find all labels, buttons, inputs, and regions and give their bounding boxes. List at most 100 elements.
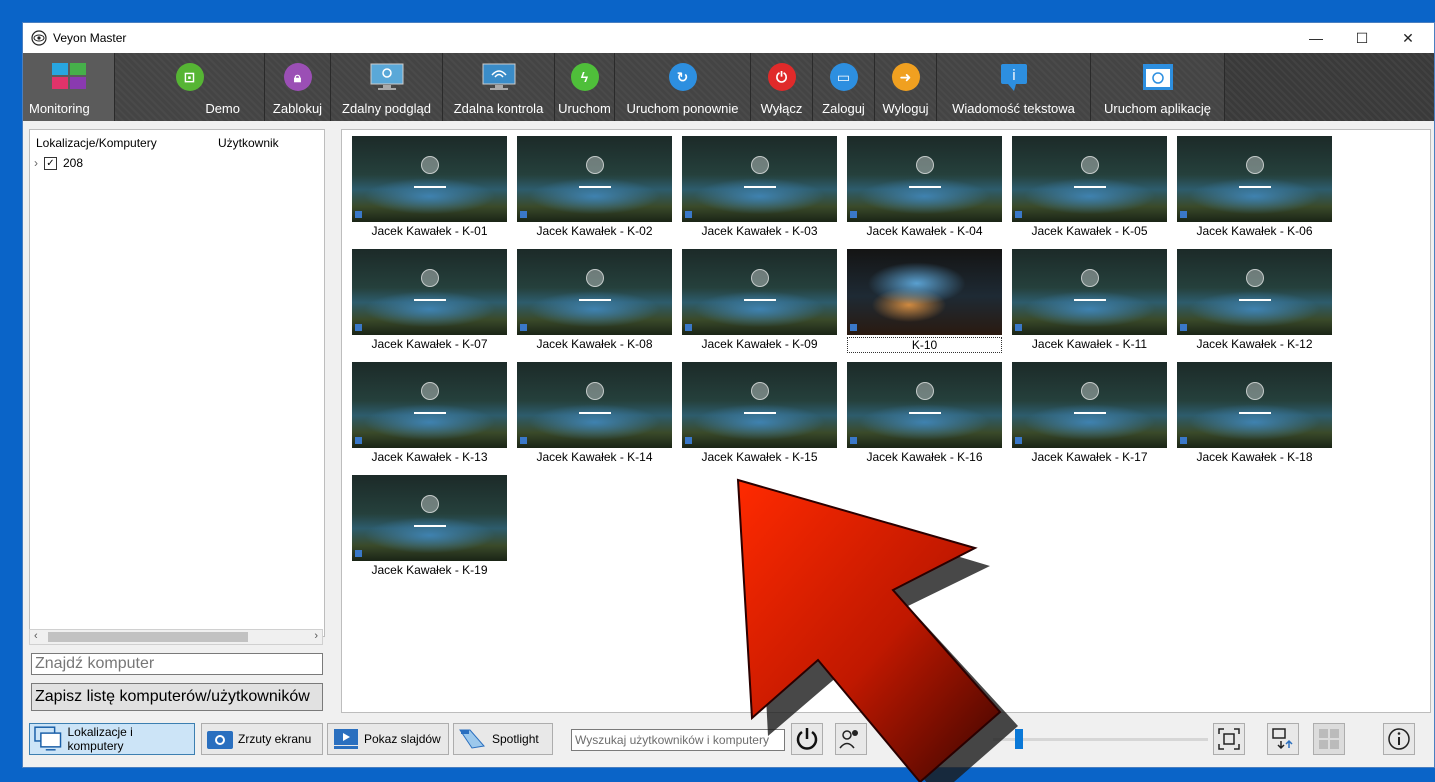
maximize-button[interactable]: ☐: [1339, 23, 1385, 53]
computer-tile[interactable]: Jacek Kawałek - K-16: [847, 362, 1002, 468]
lock-icon: 🔒︎: [283, 63, 312, 91]
scroll-right-icon[interactable]: ›: [314, 630, 318, 642]
computer-tile[interactable]: Jacek Kawałek - K-19: [352, 475, 507, 581]
computer-tile[interactable]: Jacek Kawałek - K-01: [352, 136, 507, 242]
column-header-locations[interactable]: Lokalizacje/Komputery: [36, 136, 157, 150]
computer-tile[interactable]: Jacek Kawałek - K-15: [682, 362, 837, 468]
computer-screen-thumbnail[interactable]: [847, 136, 1002, 222]
computer-name-label: Jacek Kawałek - K-18: [1196, 450, 1313, 464]
computer-screen-thumbnail[interactable]: [1012, 362, 1167, 448]
monitoring-button[interactable]: Monitoring: [23, 53, 115, 121]
computer-screen-thumbnail[interactable]: [352, 136, 507, 222]
computer-screen-thumbnail[interactable]: [517, 249, 672, 335]
tab-screenshots-label: Zrzuty ekranu: [238, 732, 312, 746]
zablokuj-button[interactable]: 🔒︎ Zablokuj: [265, 53, 331, 121]
network-status-icon: [1015, 324, 1022, 331]
network-status-icon: [355, 550, 362, 557]
computer-screen-thumbnail[interactable]: [352, 362, 507, 448]
user-avatar-icon: [750, 382, 769, 400]
zaloguj-label: Zaloguj: [822, 101, 865, 116]
demo-button[interactable]: ⊡ Demo: [115, 53, 265, 121]
tab-locations-label: Lokalizacje i komputery: [67, 725, 133, 753]
fit-view-button[interactable]: [1213, 723, 1245, 755]
svg-text:i: i: [1012, 68, 1016, 84]
computer-screen-thumbnail[interactable]: [1177, 362, 1332, 448]
computer-tile[interactable]: Jacek Kawałek - K-18: [1177, 362, 1332, 468]
computer-screen-thumbnail[interactable]: [352, 249, 507, 335]
computer-screen-thumbnail[interactable]: [847, 362, 1002, 448]
tab-slideshow[interactable]: Pokaz slajdów: [327, 723, 449, 755]
about-button[interactable]: [1383, 723, 1415, 755]
power-toggle-button[interactable]: [791, 723, 823, 755]
uruchom-aplikacje-button[interactable]: Uruchom aplikację: [1091, 53, 1225, 121]
computer-tile[interactable]: Jacek Kawałek - K-14: [517, 362, 672, 468]
computer-tile[interactable]: Jacek Kawałek - K-17: [1012, 362, 1167, 468]
save-list-button[interactable]: Zapisz listę komputerów/użytkowników: [31, 683, 323, 711]
tab-spotlight[interactable]: Spotlight: [453, 723, 553, 755]
computer-screen-thumbnail[interactable]: [1177, 136, 1332, 222]
user-avatar-icon: [1245, 269, 1264, 287]
computer-name-label: K-10: [847, 337, 1002, 353]
zaloguj-button[interactable]: ▭ Zaloguj: [813, 53, 875, 121]
computer-name-label: Jacek Kawałek - K-02: [536, 224, 653, 238]
computer-tile[interactable]: Jacek Kawałek - K-12: [1177, 249, 1332, 355]
arrange-screens-icon: [1272, 728, 1293, 750]
close-button[interactable]: ✕: [1385, 23, 1431, 53]
computer-screen-thumbnail[interactable]: [1012, 136, 1167, 222]
password-field-line: [1073, 299, 1106, 301]
computer-tile[interactable]: Jacek Kawałek - K-04: [847, 136, 1002, 242]
network-status-icon: [520, 211, 527, 218]
column-header-user[interactable]: Użytkownik: [218, 136, 279, 150]
scroll-left-icon[interactable]: ‹: [34, 630, 38, 642]
computer-screen-thumbnail[interactable]: [847, 249, 1002, 335]
zoom-slider-track[interactable]: [993, 738, 1208, 741]
wiadomosc-tekstowa-button[interactable]: i Wiadomość tekstowa: [937, 53, 1091, 121]
user-avatar-icon: [420, 156, 439, 174]
computer-tile[interactable]: Jacek Kawałek - K-07: [352, 249, 507, 355]
tab-locations-computers[interactable]: Lokalizacje i komputery: [29, 723, 195, 755]
locations-tree[interactable]: Lokalizacje/Komputery Użytkownik › ✓ 208: [29, 129, 325, 637]
checkbox-208[interactable]: ✓: [44, 156, 57, 170]
horizontal-scrollbar[interactable]: ‹ ›: [29, 629, 323, 645]
computer-screen-thumbnail[interactable]: [682, 249, 837, 335]
wyloguj-button[interactable]: ➜ Wyloguj: [875, 53, 937, 121]
arrange-button[interactable]: [1267, 723, 1299, 755]
zdalna-kontrola-button[interactable]: Zdalna kontrola: [443, 53, 555, 121]
computer-tile[interactable]: Jacek Kawałek - K-05: [1012, 136, 1167, 242]
computer-tile[interactable]: Jacek Kawałek - K-08: [517, 249, 672, 355]
expand-chevron-icon[interactable]: ›: [34, 156, 38, 170]
computer-screen-thumbnail[interactable]: [1177, 249, 1332, 335]
wylacz-button[interactable]: ⏻︎ Wyłącz: [751, 53, 813, 121]
tab-screenshots[interactable]: Zrzuty ekranu: [201, 723, 323, 755]
zdalny-podglad-button[interactable]: Zdalny podgląd: [331, 53, 443, 121]
computer-tile[interactable]: Jacek Kawałek - K-09: [682, 249, 837, 355]
computer-tile[interactable]: Jacek Kawałek - K-03: [682, 136, 837, 242]
computer-screen-thumbnail[interactable]: [352, 475, 507, 561]
computer-tile[interactable]: Jacek Kawałek - K-06: [1177, 136, 1332, 242]
computer-tile[interactable]: K-10: [847, 249, 1002, 355]
minimize-button[interactable]: —: [1293, 23, 1339, 53]
computer-screen-thumbnail[interactable]: [682, 362, 837, 448]
computer-tile[interactable]: Jacek Kawałek - K-13: [352, 362, 507, 468]
computer-tile[interactable]: Jacek Kawałek - K-11: [1012, 249, 1167, 355]
computer-grid: Jacek Kawałek - K-01 Jacek Kawałek - K-02…: [352, 136, 1332, 581]
computer-screen-thumbnail[interactable]: [517, 362, 672, 448]
password-field-line: [908, 412, 941, 414]
computer-tile[interactable]: Jacek Kawałek - K-02: [517, 136, 672, 242]
scrollbar-thumb[interactable]: [48, 632, 248, 642]
uruchom-button[interactable]: ϟ Uruchom: [555, 53, 615, 121]
computer-screen-thumbnail[interactable]: [1012, 249, 1167, 335]
computer-name-label: Jacek Kawałek - K-19: [371, 563, 488, 577]
computer-screen-thumbnail[interactable]: [517, 136, 672, 222]
find-computer-input[interactable]: Znajdź komputer: [31, 653, 323, 675]
grid-layout-button[interactable]: [1313, 723, 1345, 755]
user-avatar-icon: [1080, 382, 1099, 400]
zoom-slider-thumb[interactable]: [1015, 729, 1023, 749]
camera-icon: [207, 731, 233, 749]
search-users-computers-input[interactable]: Wyszukaj użytkowników i komputery: [571, 729, 785, 751]
users-button[interactable]: [835, 723, 867, 755]
tree-item-208[interactable]: › ✓ 208: [34, 156, 83, 170]
user-avatar-icon: [420, 495, 439, 513]
uruchom-ponownie-button[interactable]: ↻ Uruchom ponownie: [615, 53, 751, 121]
computer-screen-thumbnail[interactable]: [682, 136, 837, 222]
